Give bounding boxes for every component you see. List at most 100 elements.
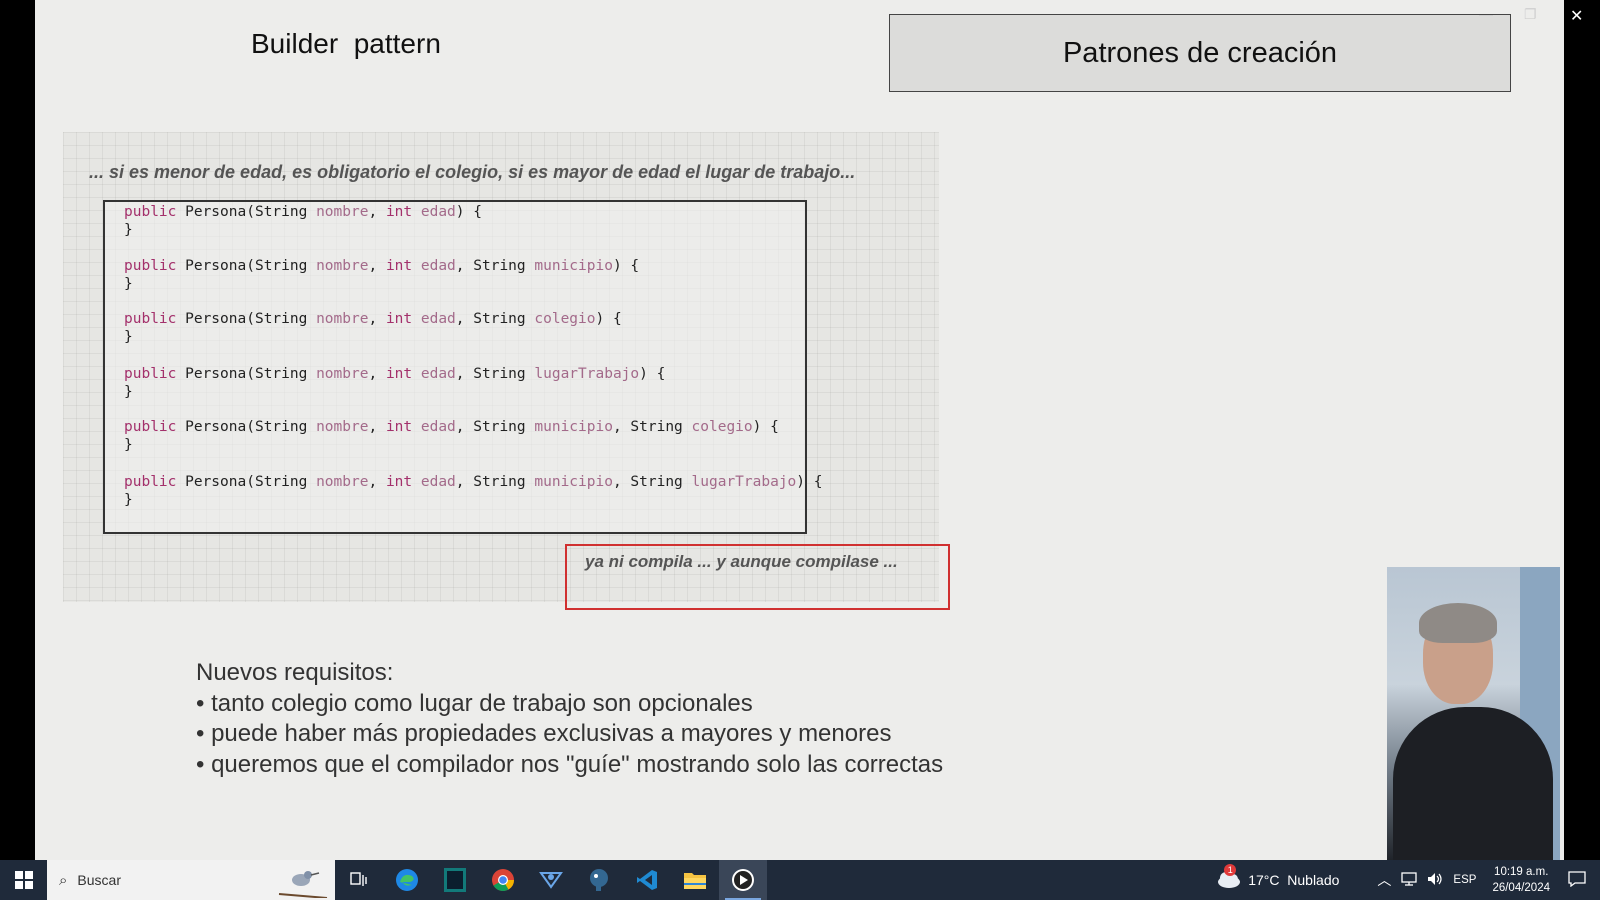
code-text: , String bbox=[612, 419, 692, 435]
code-line: } bbox=[124, 222, 133, 238]
code-text: ) { bbox=[752, 419, 779, 435]
code-param: edad bbox=[412, 204, 456, 220]
windows-icon bbox=[14, 871, 33, 889]
taskbar: ⌕ Buscar 1 17°C Nublado ︿ ESP 10:19 a.m.… bbox=[0, 860, 1600, 900]
minimize-icon[interactable]: — bbox=[1479, 6, 1493, 22]
code-text: Persona(String bbox=[176, 311, 317, 327]
network-icon[interactable] bbox=[1401, 871, 1418, 889]
code-text: , String bbox=[612, 474, 692, 490]
code-param: nombre bbox=[316, 311, 369, 327]
code-text: Persona(String bbox=[176, 366, 317, 382]
chrome-icon[interactable] bbox=[479, 860, 527, 900]
close-icon[interactable]: ✕ bbox=[1570, 6, 1583, 26]
code-keyword: public bbox=[124, 311, 177, 327]
code-line: } bbox=[124, 276, 133, 292]
code-text: ) { bbox=[796, 474, 823, 490]
code-param: edad bbox=[412, 474, 456, 490]
presenter-body bbox=[1393, 707, 1553, 860]
code-param: edad bbox=[412, 366, 456, 382]
topic-box: Patrones de creación bbox=[889, 14, 1511, 92]
code-param: lugarTrabajo bbox=[691, 474, 797, 490]
code-text: , bbox=[368, 258, 386, 274]
code-param: lugarTrabajo bbox=[534, 366, 640, 382]
paper-heading: ... si es menor de edad, es obligatorio … bbox=[89, 162, 856, 182]
clock-time: 10:19 a.m. bbox=[1494, 866, 1549, 878]
code-param: municipio bbox=[534, 419, 613, 435]
code-param: municipio bbox=[534, 258, 613, 274]
code-text: Persona(String bbox=[176, 474, 317, 490]
taskbar-search[interactable]: ⌕ Buscar bbox=[47, 860, 335, 900]
requirement-item: • puede haber más propiedades exclusivas… bbox=[196, 720, 892, 747]
code-param: colegio bbox=[691, 419, 753, 435]
start-button[interactable] bbox=[0, 860, 47, 900]
code-text: , bbox=[368, 311, 386, 327]
code-text: Persona(String bbox=[176, 204, 317, 220]
code-line: } bbox=[124, 329, 133, 345]
code-text: Persona(String bbox=[176, 419, 317, 435]
code-keyword: int bbox=[385, 419, 413, 435]
slide-title: Builder pattern bbox=[251, 28, 441, 59]
code-param: nombre bbox=[316, 258, 369, 274]
notification-icon[interactable] bbox=[1568, 870, 1586, 890]
intellij-icon[interactable] bbox=[431, 860, 479, 900]
code-param: nombre bbox=[316, 419, 369, 435]
requirements-list: Nuevos requisitos: • tanto colegio como … bbox=[196, 658, 943, 780]
task-view-icon[interactable] bbox=[335, 860, 383, 900]
requirement-item: • tanto colegio como lugar de trabajo so… bbox=[196, 689, 753, 717]
media-player-icon[interactable] bbox=[719, 860, 767, 900]
code-keyword: int bbox=[385, 258, 413, 274]
vscode-icon[interactable] bbox=[623, 860, 671, 900]
weather-text: 17°C Nublado bbox=[1248, 872, 1340, 888]
file-explorer-icon[interactable] bbox=[671, 860, 719, 900]
code-text: , String bbox=[455, 311, 535, 327]
bird-illustration-icon bbox=[278, 871, 328, 898]
code-text: , bbox=[368, 419, 386, 435]
code-box: public Persona(String nombre, int edad ) … bbox=[103, 200, 823, 534]
code-param: municipio bbox=[534, 474, 613, 490]
code-param: nombre bbox=[316, 474, 369, 490]
search-icon: ⌕ bbox=[59, 871, 68, 889]
code-text: , bbox=[368, 474, 386, 490]
code-param: colegio bbox=[534, 311, 596, 327]
volume-icon[interactable] bbox=[1427, 872, 1443, 889]
code-line: public Persona(String nombre, int edad, … bbox=[124, 311, 622, 327]
code-text: , String bbox=[455, 419, 535, 435]
postgres-icon[interactable] bbox=[575, 860, 623, 900]
error-note: ya ni compila ... y aunque compilase ... bbox=[585, 552, 898, 571]
code-param: nombre bbox=[316, 204, 369, 220]
code-keyword: public bbox=[124, 419, 177, 435]
code-param: edad bbox=[412, 311, 456, 327]
code-line: public Persona(String nombre, int edad , … bbox=[124, 474, 823, 490]
code-text: , bbox=[368, 204, 386, 220]
code-text: ) { bbox=[595, 311, 622, 327]
code-param: edad bbox=[412, 419, 456, 435]
code-keyword: int bbox=[385, 474, 413, 490]
code-keyword: public bbox=[124, 474, 177, 490]
search-placeholder: Buscar bbox=[77, 872, 121, 888]
code-keyword: int bbox=[385, 204, 413, 220]
code-text: ) { bbox=[639, 366, 666, 382]
app-icon[interactable] bbox=[527, 860, 575, 900]
code-image: ... si es menor de edad, es obligatorio … bbox=[63, 132, 950, 610]
clock[interactable]: 10:19 a.m. 26/04/2024 bbox=[1492, 864, 1550, 896]
code-line: } bbox=[124, 384, 133, 400]
code-keyword: public bbox=[124, 204, 177, 220]
code-keyword: int bbox=[385, 311, 413, 327]
language-indicator[interactable]: ESP bbox=[1453, 874, 1476, 886]
edge-icon[interactable] bbox=[383, 860, 431, 900]
weather-widget[interactable]: 1 17°C Nublado bbox=[1216, 864, 1349, 890]
code-text: , String bbox=[455, 258, 535, 274]
restore-icon[interactable]: ❐ bbox=[1524, 6, 1537, 23]
requirement-item: • queremos que el compilador nos "guíe" … bbox=[196, 750, 944, 778]
code-line: public Persona(String nombre, int edad, … bbox=[124, 366, 665, 382]
system-tray: 1 17°C Nublado ︿ ESP 10:19 a.m. 26/04/20… bbox=[1216, 860, 1600, 900]
code-line: } bbox=[124, 437, 133, 453]
requirements-heading: Nuevos requisitos: bbox=[196, 659, 394, 686]
code-param: edad bbox=[412, 258, 456, 274]
code-text: , String bbox=[455, 366, 535, 382]
clock-date: 26/04/2024 bbox=[1492, 882, 1550, 894]
code-keyword: public bbox=[124, 366, 177, 382]
error-note-box: ya ni compila ... y aunque compilase ... bbox=[565, 544, 950, 610]
chevron-up-icon[interactable]: ︿ bbox=[1377, 870, 1391, 890]
presentation-slide: Builder pattern Patrones de creación ...… bbox=[35, 0, 1564, 860]
